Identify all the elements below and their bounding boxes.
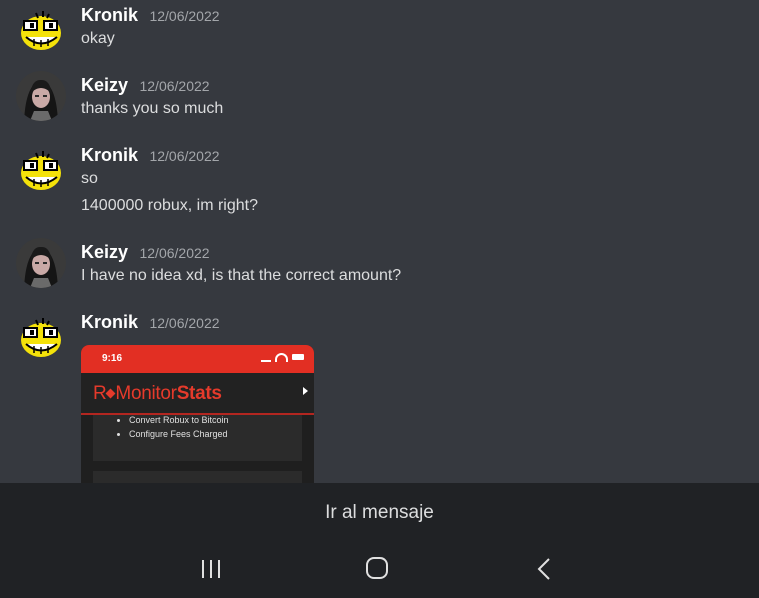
troll-face-icon bbox=[21, 151, 61, 190]
home-button[interactable] bbox=[357, 553, 397, 585]
attachment-app-header: R MonitorStats bbox=[81, 373, 314, 415]
image-attachment[interactable]: 9:16 RMonitorStats Convert Robux to Bitc… bbox=[81, 345, 314, 483]
message-text: so bbox=[81, 170, 98, 187]
menu-arrow-icon bbox=[303, 387, 308, 395]
author-name[interactable]: Keizy bbox=[81, 242, 128, 262]
message-text: I have no idea xd, is that the correct a… bbox=[81, 267, 402, 284]
battery-icon bbox=[292, 354, 304, 360]
attachment-status-bar: 9:16 bbox=[81, 345, 314, 373]
message-header: Kronik 12/06/2022 bbox=[81, 5, 220, 26]
timestamp: 12/06/2022 bbox=[149, 8, 220, 24]
message-header: Keizy 12/06/2022 bbox=[81, 75, 210, 96]
recent-apps-button[interactable] bbox=[191, 553, 231, 585]
message-text: 1400000 robux, im right? bbox=[81, 197, 258, 214]
app-logo: R MonitorStats bbox=[93, 383, 222, 404]
android-nav-bar bbox=[0, 543, 759, 598]
signal-icon bbox=[261, 352, 271, 362]
back-icon bbox=[537, 558, 550, 580]
user-photo-icon bbox=[16, 238, 66, 288]
jump-to-message-button[interactable]: Ir al mensaje bbox=[0, 483, 759, 543]
attachment-list: Convert Robux to Bitcoin Configure Fees … bbox=[93, 413, 229, 441]
home-icon bbox=[366, 557, 388, 579]
author-name[interactable]: Kronik bbox=[81, 5, 138, 25]
avatar[interactable] bbox=[16, 71, 66, 121]
message-header: Kronik 12/06/2022 bbox=[81, 312, 220, 333]
avatar[interactable] bbox=[16, 313, 66, 363]
timestamp: 12/06/2022 bbox=[139, 245, 210, 261]
message-text: okay bbox=[81, 30, 115, 47]
attachment-status-time: 9:16 bbox=[102, 353, 123, 364]
message-header: Kronik 12/06/2022 bbox=[81, 145, 220, 166]
recent-apps-icon bbox=[202, 560, 220, 578]
avatar[interactable] bbox=[16, 146, 66, 196]
author-name[interactable]: Kronik bbox=[81, 145, 138, 165]
message-text: thanks you so much bbox=[81, 100, 224, 117]
author-name[interactable]: Kronik bbox=[81, 312, 138, 332]
list-item: Configure Fees Charged bbox=[129, 427, 229, 441]
chat-messages: Kronik 12/06/2022 okay Keizy 12/06/2022 … bbox=[0, 0, 759, 483]
user-photo-icon bbox=[16, 71, 66, 121]
troll-face-icon bbox=[21, 11, 61, 50]
troll-face-icon bbox=[21, 318, 61, 357]
message-header: Keizy 12/06/2022 bbox=[81, 242, 210, 263]
timestamp: 12/06/2022 bbox=[149, 148, 220, 164]
wifi-icon bbox=[275, 352, 288, 362]
attachment-card bbox=[93, 471, 302, 483]
attachment-card: Convert Robux to Bitcoin Configure Fees … bbox=[93, 415, 302, 461]
timestamp: 12/06/2022 bbox=[149, 315, 220, 331]
author-name[interactable]: Keizy bbox=[81, 75, 128, 95]
avatar[interactable] bbox=[16, 6, 66, 56]
timestamp: 12/06/2022 bbox=[139, 78, 210, 94]
list-item: Convert Robux to Bitcoin bbox=[129, 413, 229, 427]
avatar[interactable] bbox=[16, 238, 66, 288]
back-button[interactable] bbox=[524, 553, 564, 585]
attachment-status-icons bbox=[261, 352, 304, 362]
